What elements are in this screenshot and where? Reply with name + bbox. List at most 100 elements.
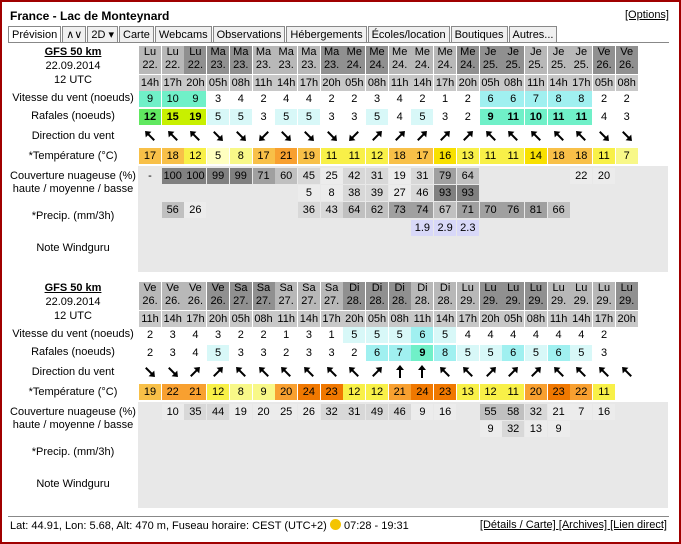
gust-cell: 3 — [260, 347, 267, 359]
location-info: Lat: 44.91, Lon: 5.68, Alt: 470 m, Fusea… — [10, 519, 409, 532]
temp-cell: 8 — [229, 148, 252, 164]
direction-arrow-icon — [434, 364, 456, 380]
temp-cell: 21 — [184, 384, 207, 400]
direction-arrow-icon — [434, 128, 456, 144]
tab-webcams[interactable]: Webcams — [154, 26, 212, 43]
cloud-cell: 79 — [434, 168, 457, 184]
wind-cell: 9 — [139, 91, 161, 107]
temp-cell: 11 — [593, 148, 615, 164]
tab-graph[interactable]: ∧∨ — [62, 26, 87, 43]
direction-arrow-icon — [321, 364, 343, 380]
gust-cell: 6 — [547, 345, 570, 361]
tab-boutiques[interactable]: Boutiques — [450, 26, 508, 43]
temp-cell: 20 — [524, 384, 547, 400]
hour-header: 08h — [252, 311, 275, 327]
date-header: 25. — [573, 59, 589, 71]
note-label: Note Windguru — [36, 242, 110, 254]
tab-2d[interactable]: 2D ▾ — [87, 26, 118, 43]
hour-header: 05h — [343, 75, 366, 91]
tab-hebergements[interactable]: Hébergements — [286, 26, 367, 43]
cloud-cell: 70 — [479, 202, 502, 218]
hour-header: 14h — [139, 75, 161, 91]
gust-cell: 3 — [600, 347, 608, 359]
title-bar: France - Lac de Monteynard [Options] — [8, 8, 669, 24]
gust-cell: 2 — [146, 347, 154, 359]
direction-arrow-icon — [480, 364, 502, 380]
cloud-cell: 16 — [593, 404, 615, 420]
date-header: 29. — [528, 295, 544, 307]
date-header: 25. — [528, 59, 544, 71]
cloud-cell: 20 — [252, 404, 275, 420]
cloud-cell: 32 — [320, 404, 343, 420]
cloud-cell: 74 — [411, 202, 434, 218]
cloud-cell: 9 — [479, 421, 502, 437]
cloud-cell: 22 — [570, 168, 593, 184]
hour-header: 14h — [547, 75, 570, 91]
footer-links[interactable]: [Détails / Carte] [Archives] [Lien direc… — [480, 519, 667, 531]
hour-header: 11h — [275, 311, 298, 327]
cloud-cell: 20 — [593, 168, 615, 184]
tab-prevision[interactable]: Prévision — [8, 26, 62, 43]
gust-cell: 5 — [570, 345, 593, 361]
direction-arrow-icon — [366, 364, 388, 380]
run-utc: 12 UTC — [54, 310, 92, 322]
date-header: 26. — [187, 295, 204, 307]
wind-cell: 2 — [419, 93, 426, 105]
cloud-cell: - — [148, 170, 152, 182]
direction-arrow-icon — [548, 364, 570, 380]
wind-cell: 5 — [343, 327, 366, 343]
hour-header: 05h — [366, 311, 388, 327]
wind-cell: 2 — [623, 93, 630, 105]
options-link[interactable]: [Options] — [625, 9, 669, 21]
hour-header: 20h — [343, 311, 366, 327]
direction-label: Direction du vent — [31, 366, 115, 378]
hour-header: 17h — [434, 75, 457, 91]
precip-cell: 1.9 — [411, 220, 434, 236]
wind-cell: 1 — [283, 329, 290, 341]
date-header: 22. — [187, 59, 204, 71]
direction-arrow-icon — [457, 364, 479, 380]
model-link[interactable]: GFS 50 km — [8, 46, 138, 59]
wind-cell: 5 — [388, 327, 411, 343]
cloud-cell: 45 — [297, 168, 320, 184]
hour-header: 11h — [252, 75, 275, 91]
temp-cell: 24 — [297, 384, 320, 400]
model-link[interactable]: GFS 50 km — [8, 282, 138, 295]
gust-cell: 3 — [442, 111, 449, 123]
date-header: 27. — [233, 295, 249, 307]
cloud-cell: 43 — [320, 202, 343, 218]
date-header: 25. — [505, 59, 521, 71]
direction-arrow-icon — [502, 364, 524, 380]
gust-cell: 12 — [139, 109, 161, 125]
temp-cell: 5 — [207, 148, 230, 164]
date-header: 28. — [414, 295, 431, 307]
date-header: 22. — [165, 59, 181, 71]
cloud-cell: 71 — [252, 168, 275, 184]
gust-cell: 3 — [169, 347, 176, 359]
temp-cell: 18 — [547, 148, 570, 164]
direction-arrow-icon — [548, 128, 570, 144]
wind-cell: 3 — [305, 329, 312, 341]
direction-arrow-icon — [570, 364, 592, 380]
cloud-cell: 31 — [366, 168, 388, 184]
temp-cell: 12 — [366, 384, 388, 400]
date-header: 22. — [142, 59, 158, 71]
tab-ecoles[interactable]: Écoles/location — [367, 26, 450, 43]
hour-header: 14h — [411, 75, 434, 91]
hour-header: 11h — [139, 311, 161, 327]
cloud-cell: 26 — [297, 404, 320, 420]
direction-arrow-icon — [502, 128, 524, 144]
tab-observations[interactable]: Observations — [212, 26, 286, 43]
gust-cell: 5 — [275, 109, 298, 125]
hour-header: 14h — [161, 311, 184, 327]
tab-carte[interactable]: Carte — [119, 26, 154, 43]
cloud-cell: 38 — [343, 185, 366, 201]
cloud-cell: 46 — [411, 185, 434, 201]
tab-autres[interactable]: Autres... — [508, 26, 558, 43]
wind-cell: 6 — [479, 91, 502, 107]
gust-cell: 9 — [479, 109, 502, 125]
cloud-cell: 9 — [547, 421, 570, 437]
temp-cell: 11 — [343, 148, 366, 164]
date-header: 28. — [369, 295, 385, 307]
hour-header: 11h — [388, 75, 411, 91]
